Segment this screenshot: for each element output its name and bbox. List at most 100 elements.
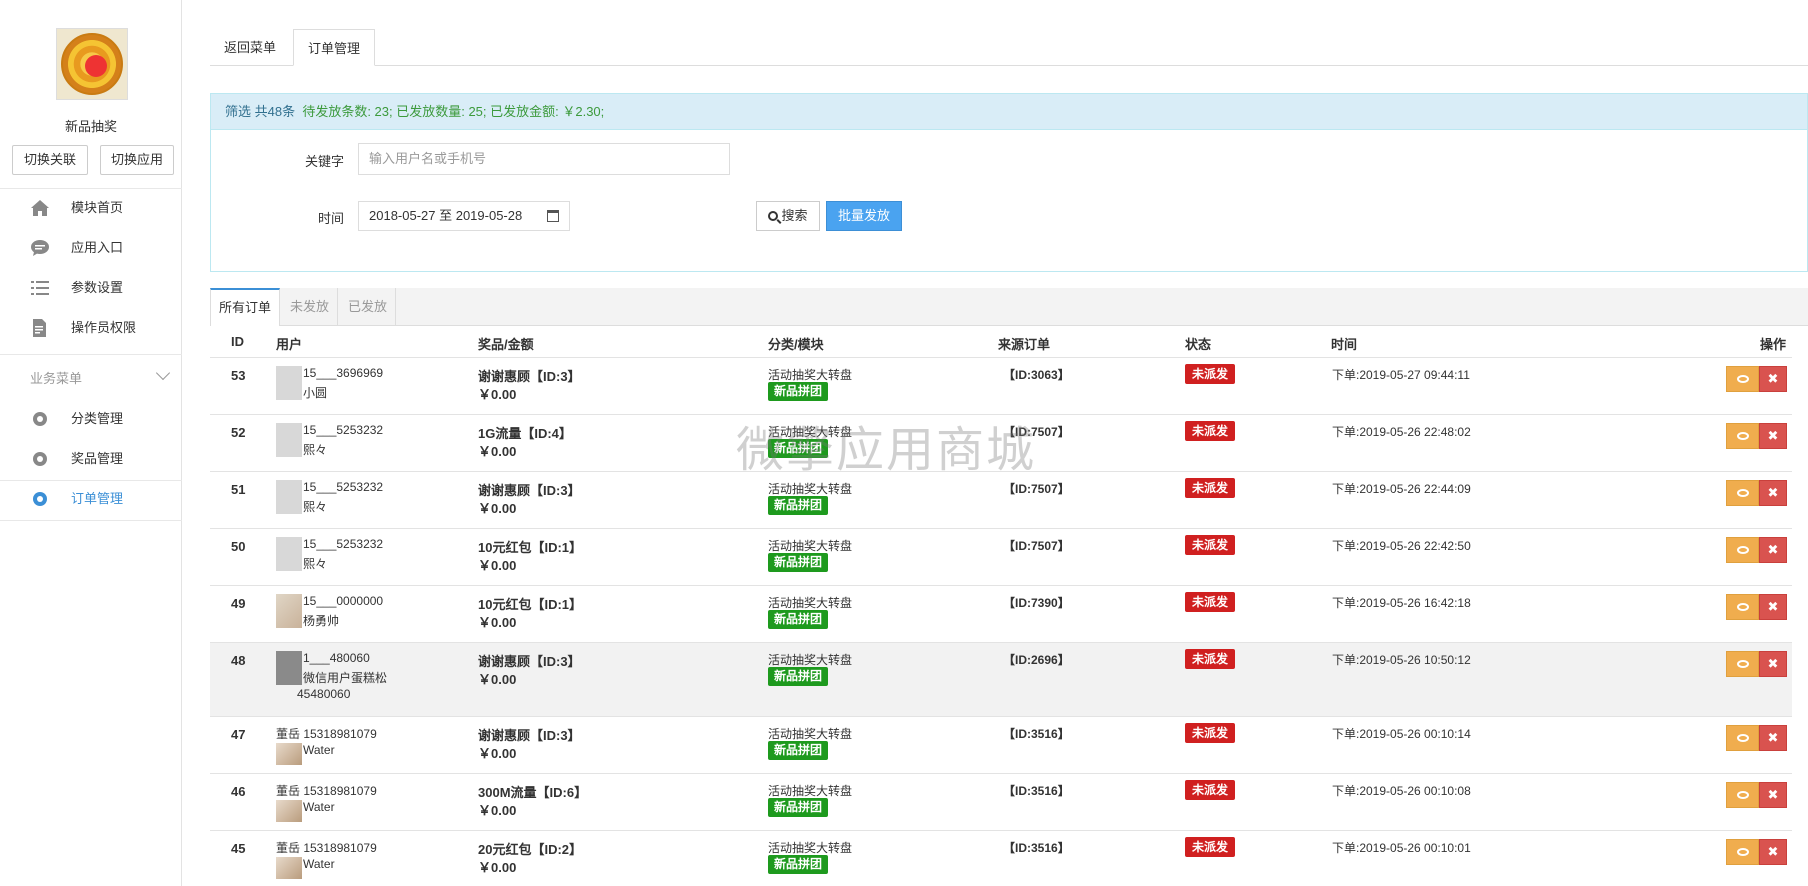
switch-link-button[interactable]: 切换关联 bbox=[12, 145, 88, 175]
prize-name: 谢谢惠顾【ID:3】 bbox=[478, 654, 581, 669]
sidebar: 新品抽奖 切换关联 切换应用 模块首页 应用入口 参数设置 操作员权限 业务菜单… bbox=[0, 0, 182, 886]
view-button[interactable] bbox=[1726, 651, 1759, 677]
user-phone: 15___5253232 bbox=[303, 480, 384, 494]
user-phone: 15___5253232 bbox=[303, 537, 384, 551]
category-name: 活动抽奖大转盘 bbox=[768, 784, 853, 798]
row-id: 53 bbox=[231, 368, 246, 383]
sidebar-item-permissions[interactable]: 操作员权限 bbox=[0, 309, 182, 347]
view-button[interactable] bbox=[1726, 480, 1759, 506]
tab-not-issued[interactable]: 未发放 bbox=[282, 288, 339, 326]
close-icon: ✖ bbox=[1767, 428, 1779, 443]
prize-amount: ￥0.00 bbox=[478, 803, 517, 818]
sidebar-item-label: 订单管理 bbox=[71, 491, 124, 506]
category-name: 活动抽奖大转盘 bbox=[768, 727, 853, 741]
row-id: 51 bbox=[231, 482, 246, 497]
sidebar-item-category[interactable]: 分类管理 bbox=[0, 400, 182, 438]
user-phone: 董岳 15318981079 bbox=[276, 727, 377, 741]
module-badge: 新品拼团 bbox=[768, 798, 829, 817]
chevron-down-icon[interactable] bbox=[155, 365, 171, 381]
list-icon bbox=[31, 281, 49, 295]
order-time: 下单:2019-05-26 22:48:02 bbox=[1332, 425, 1471, 439]
table-row: 45 董岳 15318981079 Water 20元红包【ID:2】 ￥0.0… bbox=[210, 830, 1792, 886]
delete-button[interactable]: ✖ bbox=[1759, 423, 1787, 449]
column-header-prize: 奖品/金额 bbox=[478, 337, 534, 352]
sidebar-item-home[interactable]: 模块首页 bbox=[0, 189, 182, 227]
date-range-picker[interactable]: 2018-05-27 至 2019-05-28 bbox=[358, 201, 570, 231]
avatar bbox=[276, 423, 302, 457]
sidebar-item-orders[interactable]: 订单管理 bbox=[0, 480, 182, 518]
view-button[interactable] bbox=[1726, 782, 1759, 808]
delete-button[interactable]: ✖ bbox=[1759, 366, 1787, 392]
prize-name: 20元红包【ID:2】 bbox=[478, 842, 583, 857]
category-name: 活动抽奖大转盘 bbox=[768, 368, 853, 382]
prize-amount: ￥0.00 bbox=[478, 672, 517, 687]
row-id: 50 bbox=[231, 539, 246, 554]
tab-back-menu[interactable]: 返回菜单 bbox=[210, 29, 290, 66]
eye-icon bbox=[1737, 660, 1749, 668]
view-button[interactable] bbox=[1726, 537, 1759, 563]
avatar bbox=[276, 366, 302, 400]
batch-issue-button[interactable]: 批量发放 bbox=[826, 201, 902, 231]
prize-name: 300M流量【ID:6】 bbox=[478, 785, 588, 800]
row-id: 45 bbox=[231, 841, 246, 856]
category-name: 活动抽奖大转盘 bbox=[768, 482, 853, 496]
column-header-actions: 操作 bbox=[1760, 337, 1787, 352]
switch-app-button[interactable]: 切换应用 bbox=[100, 145, 174, 175]
time-label: 时间 bbox=[318, 211, 345, 226]
tab-issued[interactable]: 已发放 bbox=[340, 288, 397, 326]
close-icon: ✖ bbox=[1767, 485, 1779, 500]
view-button[interactable] bbox=[1726, 725, 1759, 751]
view-button[interactable] bbox=[1726, 423, 1759, 449]
sidebar-item-label: 分类管理 bbox=[71, 411, 124, 426]
avatar bbox=[276, 800, 302, 822]
order-time: 下单:2019-05-27 09:44:11 bbox=[1332, 368, 1470, 382]
keyword-input[interactable]: 输入用户名或手机号 bbox=[358, 143, 730, 175]
prize-name: 谢谢惠顾【ID:3】 bbox=[478, 483, 581, 498]
column-header-status: 状态 bbox=[1185, 337, 1212, 352]
table-row: 50 15___5253232 熙々 10元红包【ID:1】 ￥0.00 活动抽… bbox=[210, 528, 1792, 585]
module-badge: 新品拼团 bbox=[768, 382, 829, 401]
delete-button[interactable]: ✖ bbox=[1759, 537, 1787, 563]
watermark: 微擎应用商城 bbox=[736, 422, 1037, 478]
table-row: 47 董岳 15318981079 Water 谢谢惠顾【ID:3】 ￥0.00… bbox=[210, 716, 1792, 773]
column-header-time: 时间 bbox=[1331, 337, 1358, 352]
delete-button[interactable]: ✖ bbox=[1759, 651, 1787, 677]
delete-button[interactable]: ✖ bbox=[1759, 480, 1787, 506]
category-name: 活动抽奖大转盘 bbox=[768, 596, 853, 610]
row-id: 48 bbox=[231, 653, 246, 668]
eye-icon bbox=[1737, 489, 1749, 497]
app-name: 新品抽奖 bbox=[64, 119, 117, 134]
gear-icon bbox=[33, 492, 47, 506]
source-order: 【ID:3063】 bbox=[1003, 368, 1070, 382]
prize-amount: ￥0.00 bbox=[478, 860, 517, 875]
view-button[interactable] bbox=[1726, 839, 1759, 865]
close-icon: ✖ bbox=[1767, 787, 1779, 802]
view-button[interactable] bbox=[1726, 594, 1759, 620]
avatar bbox=[276, 537, 302, 571]
user-nickname-extra: 45480060 bbox=[297, 687, 351, 701]
prize-amount: ￥0.00 bbox=[478, 444, 517, 459]
delete-button[interactable]: ✖ bbox=[1759, 782, 1787, 808]
sidebar-item-settings[interactable]: 参数设置 bbox=[0, 269, 182, 307]
delete-button[interactable]: ✖ bbox=[1759, 594, 1787, 620]
tab-all-orders[interactable]: 所有订单 bbox=[210, 288, 281, 326]
prize-amount: ￥0.00 bbox=[478, 501, 517, 516]
close-icon: ✖ bbox=[1767, 542, 1779, 557]
avatar bbox=[276, 857, 302, 879]
delete-button[interactable]: ✖ bbox=[1759, 839, 1787, 865]
eye-icon bbox=[1737, 375, 1749, 383]
sidebar-item-entry[interactable]: 应用入口 bbox=[0, 229, 182, 267]
user-nickname: 杨勇帅 bbox=[303, 614, 340, 628]
delete-button[interactable]: ✖ bbox=[1759, 725, 1787, 751]
document-icon bbox=[33, 319, 46, 337]
category-name: 活动抽奖大转盘 bbox=[768, 653, 853, 667]
search-icon bbox=[768, 211, 779, 221]
order-time: 下单:2019-05-26 00:10:08 bbox=[1332, 784, 1471, 798]
view-button[interactable] bbox=[1726, 366, 1759, 392]
tab-order-management[interactable]: 订单管理 bbox=[293, 29, 376, 66]
filter-stats: 待发放条数: 23; 已发放数量: 25; 已发放金额: ￥2.30; bbox=[302, 104, 605, 119]
order-time: 下单:2019-05-26 16:42:18 bbox=[1332, 596, 1471, 610]
search-button[interactable]: 搜索 bbox=[756, 201, 820, 231]
close-icon: ✖ bbox=[1767, 656, 1779, 671]
sidebar-item-prizes[interactable]: 奖品管理 bbox=[0, 440, 182, 478]
